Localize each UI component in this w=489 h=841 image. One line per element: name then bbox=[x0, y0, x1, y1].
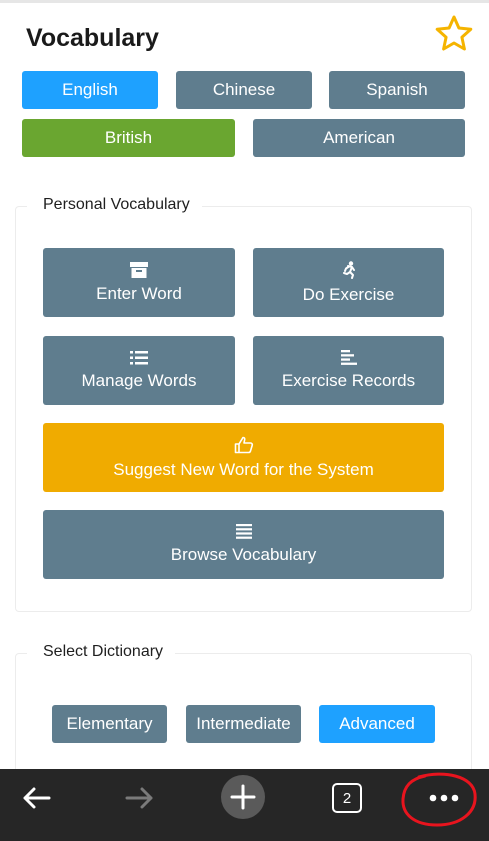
language-spanish-button[interactable]: Spanish bbox=[329, 71, 465, 109]
tab-count: 2 bbox=[332, 783, 362, 813]
page-title: Vocabulary bbox=[26, 24, 159, 52]
enter-word-button[interactable]: Enter Word bbox=[43, 248, 235, 317]
personal-vocabulary-heading: Personal Vocabulary bbox=[27, 196, 202, 214]
do-exercise-button[interactable]: Do Exercise bbox=[253, 248, 444, 317]
tabs-button[interactable]: 2 bbox=[325, 776, 369, 820]
thumbs-up-icon bbox=[234, 436, 253, 453]
dictionary-advanced-button[interactable]: Advanced bbox=[319, 705, 435, 743]
plus-icon bbox=[221, 775, 265, 819]
red-annotation-circle bbox=[401, 772, 477, 827]
browse-vocabulary-button[interactable]: Browse Vocabulary bbox=[43, 510, 444, 579]
do-exercise-label: Do Exercise bbox=[302, 284, 395, 304]
browse-vocabulary-label: Browse Vocabulary bbox=[170, 545, 317, 564]
lines-icon bbox=[235, 524, 252, 539]
list-bullets-icon bbox=[130, 350, 148, 364]
arrow-left-icon bbox=[23, 787, 51, 809]
align-left-icon bbox=[340, 350, 357, 365]
running-person-icon bbox=[342, 260, 355, 279]
back-button[interactable] bbox=[14, 776, 58, 820]
dictionary-elementary-button[interactable]: Elementary bbox=[52, 705, 167, 743]
manage-words-button[interactable]: Manage Words bbox=[43, 336, 235, 405]
manage-words-label: Manage Words bbox=[81, 370, 197, 390]
archive-box-icon bbox=[130, 261, 148, 278]
arrow-right-icon bbox=[125, 787, 153, 809]
exercise-records-button[interactable]: Exercise Records bbox=[253, 336, 444, 405]
suggest-word-button[interactable]: Suggest New Word for the System bbox=[43, 423, 444, 492]
enter-word-label: Enter Word bbox=[96, 283, 182, 303]
language-chinese-button[interactable]: Chinese bbox=[176, 71, 312, 109]
suggest-word-label: Suggest New Word for the System bbox=[113, 459, 374, 479]
top-divider bbox=[0, 0, 489, 3]
language-english-button[interactable]: English bbox=[22, 71, 158, 109]
dialect-british-button[interactable]: British bbox=[22, 119, 235, 157]
select-dictionary-heading: Select Dictionary bbox=[27, 643, 176, 661]
new-tab-button[interactable] bbox=[220, 774, 266, 820]
dialect-american-button[interactable]: American bbox=[253, 119, 465, 157]
star-outline-icon[interactable] bbox=[434, 14, 474, 54]
exercise-records-label: Exercise Records bbox=[281, 371, 416, 390]
dictionary-intermediate-button[interactable]: Intermediate bbox=[186, 705, 301, 743]
forward-button[interactable] bbox=[118, 776, 162, 820]
